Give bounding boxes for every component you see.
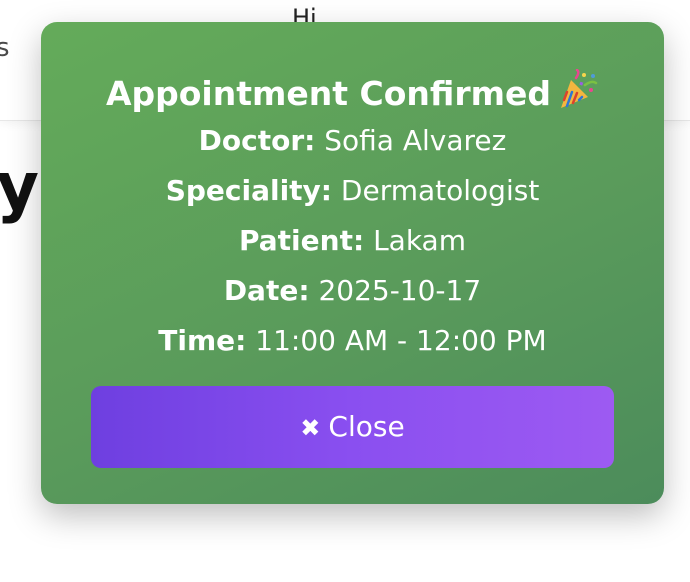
detail-doctor: Doctor: Sofia Alvarez <box>41 119 664 169</box>
page: s Hi y Appointment Confirmed Doctor: Sof… <box>0 0 690 582</box>
detail-date: Date: 2025-10-17 <box>41 269 664 319</box>
appointment-details: Doctor: Sofia Alvarez Speciality: Dermat… <box>41 119 664 369</box>
time-value: 11:00 AM - 12:00 PM <box>255 324 547 357</box>
speciality-value: Dermatologist <box>340 174 540 207</box>
detail-time: Time: 11:00 AM - 12:00 PM <box>41 319 664 369</box>
close-button-label: Close <box>328 410 405 443</box>
modal-title-row: Appointment Confirmed <box>41 68 664 114</box>
party-popper-icon <box>557 68 599 111</box>
appointment-confirmation-modal: Appointment Confirmed Doctor: Sofia Alva… <box>41 22 664 504</box>
doctor-label: Doctor: <box>198 124 316 157</box>
speciality-label: Speciality: <box>165 174 333 207</box>
date-label: Date: <box>223 274 310 307</box>
background-heading: y <box>0 148 40 225</box>
patient-value: Lakam <box>373 224 466 257</box>
close-button[interactable]: ✖ Close <box>91 386 614 468</box>
detail-patient: Patient: Lakam <box>41 219 664 269</box>
close-icon: ✖ <box>300 414 321 442</box>
doctor-value: Sofia Alvarez <box>324 124 507 157</box>
detail-speciality: Speciality: Dermatologist <box>41 169 664 219</box>
patient-label: Patient: <box>239 224 365 257</box>
date-value: 2025-10-17 <box>318 274 482 307</box>
modal-title: Appointment Confirmed <box>105 74 552 113</box>
time-label: Time: <box>158 324 247 357</box>
background-nav-text: s <box>0 33 10 63</box>
